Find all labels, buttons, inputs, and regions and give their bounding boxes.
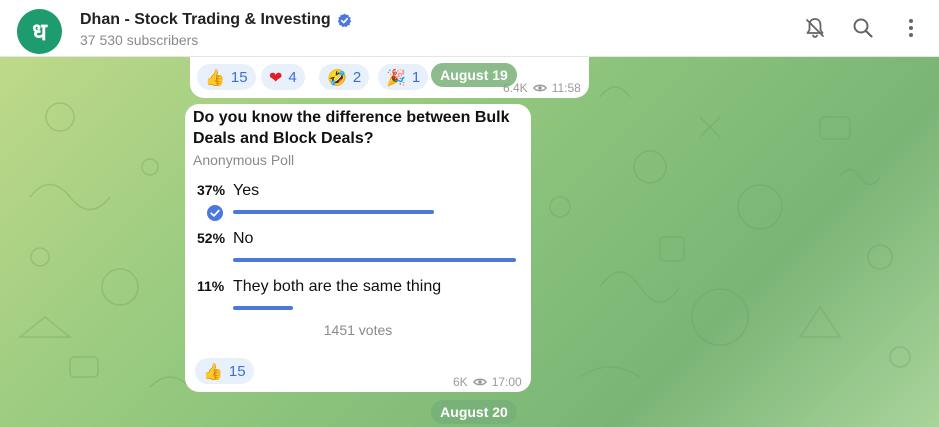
eye-icon [532,84,547,92]
reaction-thumbs-up[interactable]: 👍 15 [197,64,256,90]
option-result-bar [233,258,516,262]
channel-title[interactable]: Dhan - Stock Trading & Investing [80,11,331,29]
mute-bell-icon[interactable] [803,16,827,40]
poll-vote-count[interactable]: 1451 votes [185,322,531,338]
poll-message-bubble: Do you know the difference between Bulk … [185,104,531,392]
option-result-bar [233,210,434,214]
option-percent: 11% [197,278,225,294]
date-separator: August 20 [431,400,517,424]
reaction-party[interactable]: 🎉 1 [378,64,429,90]
reaction-laughing[interactable]: 🤣 2 [319,64,370,90]
message-time: 17:00 [491,375,522,389]
message-time: 11:58 [551,81,581,95]
channel-avatar[interactable]: ध [17,9,62,54]
previous-message-bubble: 👍 15 ❤ 4 🤣 2 🎉 1 6.4K 11:58 [190,57,589,98]
date-separator: August 19 [431,63,517,87]
verified-icon [337,13,351,27]
message-meta: 6K 17:00 [453,375,522,389]
subscriber-count: 37 530 subscribers [80,32,199,48]
poll-question: Do you know the difference between Bulk … [193,109,510,147]
option-text: Yes [233,182,260,199]
option-percent: 37% [197,182,226,198]
option-result-bar [233,306,293,310]
message-meta: 6.4K 11:58 [503,81,581,95]
chat-header: ध Dhan - Stock Trading & Investing 37 53… [0,0,939,57]
search-icon[interactable] [851,16,875,40]
eye-icon [472,378,487,386]
chosen-check-icon [207,205,223,221]
view-count: 6K [453,375,468,389]
more-vertical-icon[interactable] [899,16,923,40]
poll-type-label: Anonymous Poll [193,152,295,168]
reaction-thumbs-up[interactable]: 👍 15 [195,358,254,384]
option-text: No [233,230,254,247]
channel-title-row[interactable]: Dhan - Stock Trading & Investing [80,11,352,29]
reaction-heart[interactable]: ❤ 4 [261,64,305,90]
option-percent: 52% [197,230,226,246]
option-text: They both are the same thing [233,278,442,295]
